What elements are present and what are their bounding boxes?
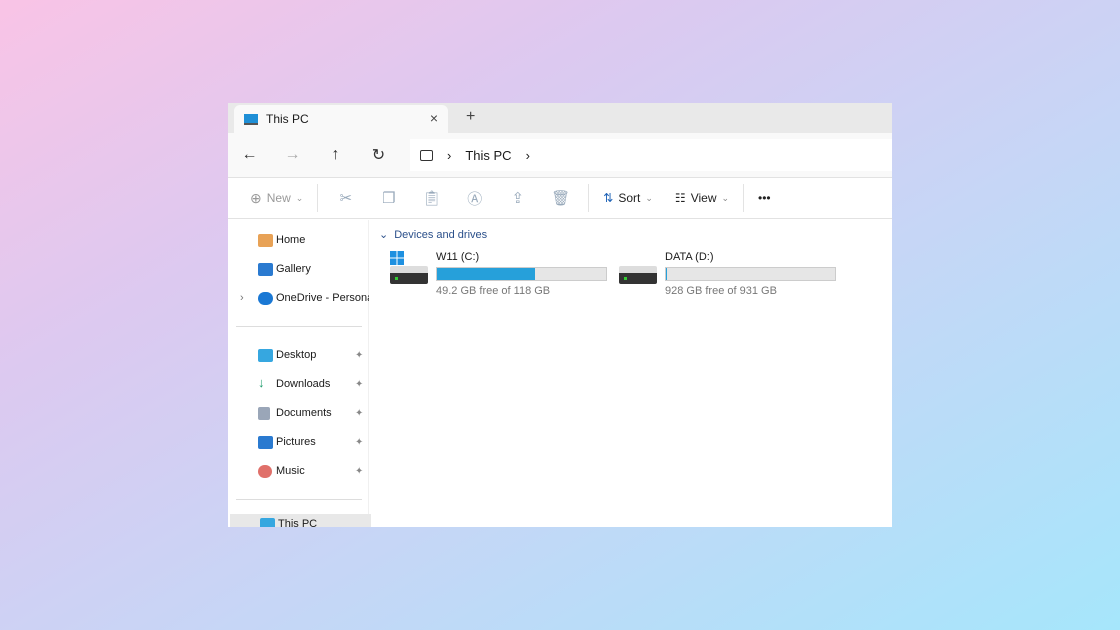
- navigation-pane: Home Gallery › OneDrive - Persona Desktop…: [228, 220, 369, 527]
- desktop-icon: [258, 349, 273, 362]
- breadcrumb-this-pc[interactable]: This PC: [465, 148, 511, 163]
- sidebar-item-label: Documents: [276, 407, 332, 419]
- expand-chevron-icon[interactable]: ›: [240, 292, 244, 304]
- sidebar-item-home[interactable]: Home: [228, 227, 369, 253]
- address-bar[interactable]: › This PC ›: [410, 139, 892, 171]
- close-tab-button[interactable]: ×: [430, 110, 438, 126]
- gallery-icon: [258, 263, 273, 276]
- sidebar-item-label: Desktop: [276, 349, 316, 361]
- divider: [236, 326, 362, 327]
- sidebar-item-label: Home: [276, 234, 305, 246]
- new-label: New: [267, 191, 291, 205]
- chevron-down-icon: ⌄: [379, 229, 388, 241]
- downloads-icon: ↓: [258, 375, 273, 388]
- view-label: View: [691, 191, 717, 205]
- home-icon: [258, 234, 273, 247]
- documents-icon: [258, 407, 270, 420]
- paste-icon[interactable]: 📋︎: [410, 189, 453, 207]
- sidebar-item-label: Gallery: [276, 263, 311, 275]
- hard-drive-icon: [619, 266, 657, 284]
- sidebar-item-this-pc[interactable]: This PC: [230, 514, 371, 527]
- sidebar-item-label: This PC: [278, 518, 317, 527]
- drive-c[interactable]: W11 (C:) 49.2 GB free of 118 GB: [390, 249, 610, 299]
- tab-title: This PC: [266, 112, 309, 126]
- cut-icon[interactable]: ✂: [324, 189, 367, 207]
- pin-icon: ✦: [355, 437, 363, 448]
- monitor-icon: [420, 150, 433, 161]
- sidebar-item-desktop[interactable]: Desktop ✦: [228, 342, 369, 368]
- drive-name: DATA (D:): [665, 251, 713, 263]
- drive-usage-bar: [436, 267, 607, 281]
- sidebar-item-label: Pictures: [276, 436, 316, 448]
- plus-circle-icon: ⊕: [250, 190, 262, 207]
- hard-drive-icon: [390, 266, 428, 284]
- chevron-down-icon: ⌄: [296, 193, 304, 204]
- monitor-icon: [244, 114, 258, 125]
- divider: [588, 184, 589, 212]
- pin-icon: ✦: [355, 408, 363, 419]
- sort-button[interactable]: ⇅ Sort ⌄: [595, 183, 661, 213]
- sidebar-item-gallery[interactable]: Gallery: [228, 256, 369, 282]
- sort-icon: ⇅: [603, 191, 613, 205]
- refresh-button[interactable]: ↻: [357, 145, 400, 165]
- pictures-icon: [258, 436, 273, 449]
- group-title: Devices and drives: [394, 229, 487, 241]
- pin-icon: ✦: [355, 466, 363, 477]
- drive-usage-fill: [437, 268, 535, 280]
- breadcrumb-separator[interactable]: ›: [526, 148, 530, 163]
- file-explorer-window: This PC × + ← → ↑ ↻ › This PC › ⊕ New ⌄ ✂ …: [228, 103, 892, 527]
- up-button[interactable]: ↑: [314, 146, 357, 164]
- tab-this-pc[interactable]: This PC ×: [234, 105, 448, 133]
- sort-label: Sort: [618, 191, 640, 205]
- divider: [317, 184, 318, 212]
- chevron-down-icon: ⌄: [645, 193, 653, 204]
- view-icon: ☷: [675, 191, 686, 205]
- drive-free-space: 49.2 GB free of 118 GB: [436, 285, 550, 297]
- tab-bar: This PC × +: [228, 103, 892, 133]
- sidebar-item-downloads[interactable]: ↓Downloads ✦: [228, 371, 369, 397]
- drive-free-space: 928 GB free of 931 GB: [665, 285, 777, 297]
- sidebar-item-label: Music: [276, 465, 305, 477]
- pin-icon: ✦: [355, 379, 363, 390]
- chevron-down-icon: ⌄: [721, 193, 729, 204]
- share-icon[interactable]: ⇪: [496, 189, 539, 207]
- group-header-devices[interactable]: ⌄ Devices and drives: [379, 228, 487, 241]
- pin-icon: ✦: [355, 350, 363, 361]
- new-button[interactable]: ⊕ New ⌄: [242, 183, 311, 213]
- sidebar-item-label: Downloads: [276, 378, 330, 390]
- rename-icon[interactable]: Ⓐ: [453, 188, 496, 209]
- windows-logo-icon: [390, 251, 404, 265]
- music-icon: [258, 465, 272, 478]
- command-bar: ⊕ New ⌄ ✂ ❐ 📋︎ Ⓐ ⇪ 🗑︎ ⇅ Sort ⌄ ☷ View ⌄ •••: [228, 177, 892, 219]
- breadcrumb-separator[interactable]: ›: [447, 148, 451, 163]
- delete-icon[interactable]: 🗑︎: [539, 189, 582, 207]
- sidebar-item-label: OneDrive - Persona: [276, 292, 369, 304]
- divider: [743, 184, 744, 212]
- onedrive-icon: [258, 292, 273, 305]
- drive-name: W11 (C:): [436, 251, 479, 263]
- divider: [236, 499, 362, 500]
- back-button[interactable]: ←: [228, 146, 271, 164]
- drive-usage-fill: [666, 268, 667, 280]
- sidebar-item-onedrive[interactable]: › OneDrive - Persona: [228, 285, 369, 311]
- sidebar-item-music[interactable]: Music ✦: [228, 458, 369, 484]
- new-tab-button[interactable]: +: [466, 108, 475, 126]
- sidebar-item-documents[interactable]: Documents ✦: [228, 400, 369, 426]
- forward-button[interactable]: →: [271, 146, 314, 164]
- view-button[interactable]: ☷ View ⌄: [667, 183, 737, 213]
- copy-icon[interactable]: ❐: [367, 189, 410, 207]
- sidebar-item-pictures[interactable]: Pictures ✦: [228, 429, 369, 455]
- drive-d[interactable]: DATA (D:) 928 GB free of 931 GB: [619, 249, 839, 299]
- navigation-bar: ← → ↑ ↻ › This PC ›: [228, 133, 892, 177]
- drive-usage-bar: [665, 267, 836, 281]
- monitor-icon: [260, 518, 275, 527]
- content-pane: ⌄ Devices and drives W11 (C:) 49.2 GB fre…: [369, 220, 892, 527]
- more-options-button[interactable]: •••: [750, 183, 779, 213]
